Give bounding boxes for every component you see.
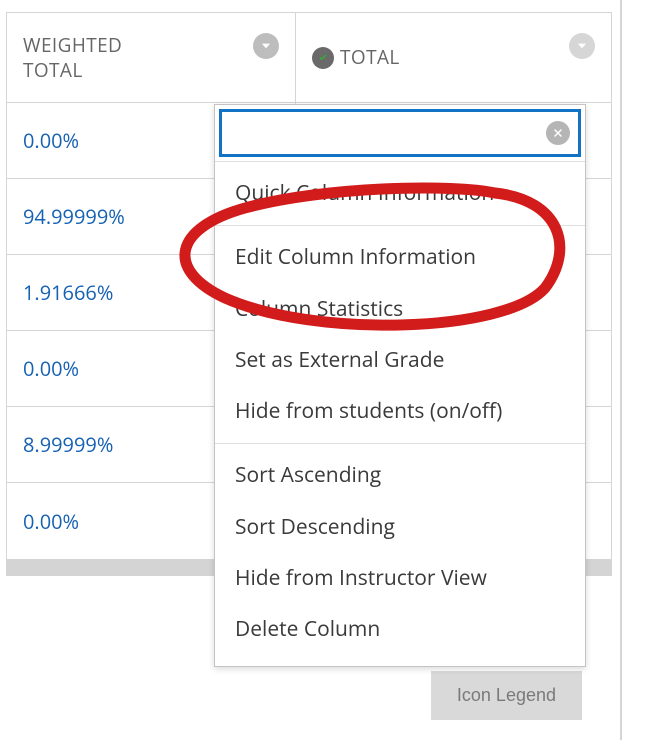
menu-item-hide-students[interactable]: Hide from students (on/off) [215,386,585,437]
chevron-down-icon [575,39,589,53]
col-header-label: WEIGHTED TOTAL [23,33,183,82]
col-header-weighted-total: WEIGHTED TOTAL [7,13,296,102]
grade-value[interactable]: 0.00% [23,355,79,382]
col-header-label: TOTAL [340,45,400,70]
menu-search-input[interactable] [219,109,581,157]
outer-wrap: WEIGHTED TOTAL TOTAL 0.00% 94.99999% [0,0,622,740]
menu-item-col-stats[interactable]: Column Statistics [215,284,585,335]
menu-item-delete-col[interactable]: Delete Column [215,604,585,655]
grade-value[interactable]: 0.00% [23,508,79,535]
grade-value[interactable]: 1.91666% [23,279,113,306]
icon-legend-button[interactable]: Icon Legend [431,671,582,720]
close-icon [552,127,564,139]
grade-value[interactable]: 94.99999% [23,203,125,230]
menu-group: Sort Ascending Sort Descending Hide from… [215,443,585,661]
menu-item-sort-desc[interactable]: Sort Descending [215,502,585,553]
menu-item-set-external[interactable]: Set as External Grade [215,335,585,386]
menu-group: Quick Column Information [215,161,585,225]
menu-group: Edit Column Information Column Statistic… [215,225,585,443]
header-row: WEIGHTED TOTAL TOTAL [7,13,611,103]
menu-item-hide-instructor[interactable]: Hide from Instructor View [215,553,585,604]
menu-item-quick-col-info[interactable]: Quick Column Information [215,168,585,219]
menu-item-sort-asc[interactable]: Sort Ascending [215,450,585,501]
column-menu-button-total[interactable] [569,33,595,59]
external-grade-check-icon [312,47,334,69]
grade-value[interactable]: 8.99999% [23,431,113,458]
column-context-menu: Quick Column Information Edit Column Inf… [214,104,586,667]
column-menu-button-weighted[interactable] [253,33,279,59]
menu-item-edit-col-info[interactable]: Edit Column Information [215,232,585,283]
grade-value[interactable]: 0.00% [23,127,79,154]
close-menu-button[interactable] [546,121,570,145]
chevron-down-icon [259,39,273,53]
col-header-total: TOTAL [296,13,611,102]
